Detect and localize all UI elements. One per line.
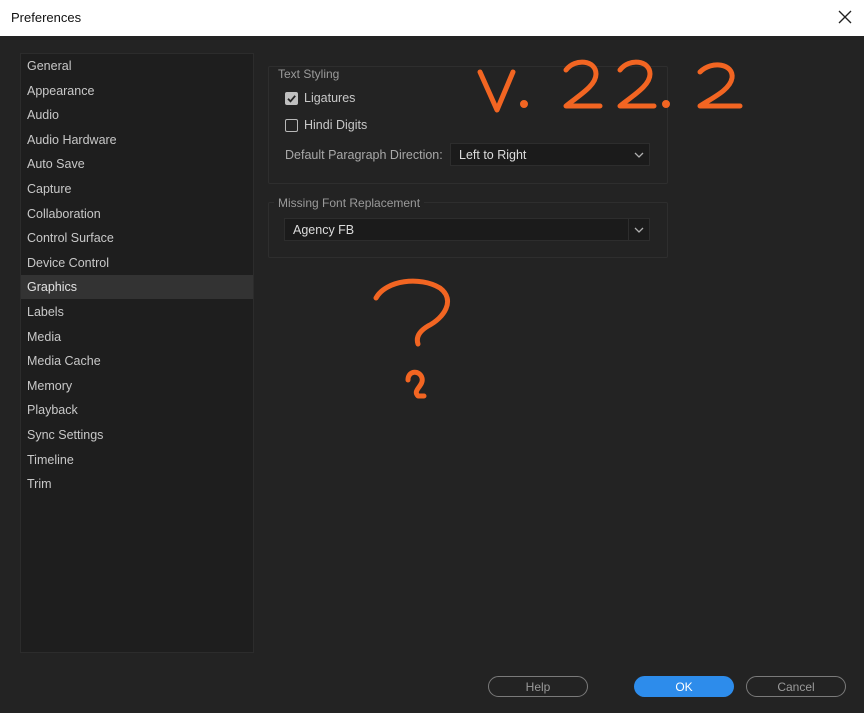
sidebar-item-label: Sync Settings	[27, 428, 104, 442]
sidebar-item-memory[interactable]: Memory	[21, 374, 253, 398]
paragraph-direction-value: Left to Right	[459, 148, 527, 162]
sidebar-item-audio-hardware[interactable]: Audio Hardware	[21, 128, 253, 152]
sidebar-item-label: Playback	[27, 403, 78, 418]
sidebar-item-label: Capture	[27, 182, 72, 196]
preferences-dialog: General Appearance Audio Audio Hardware …	[0, 36, 864, 713]
ligatures-label: Ligatures	[304, 91, 356, 105]
sidebar-item-capture[interactable]: Capture	[21, 177, 253, 201]
sidebar-item-media-cache[interactable]: Media Cache	[21, 349, 253, 373]
sidebar-item-label: Appearance	[27, 83, 95, 98]
chevron-down-icon	[629, 219, 649, 240]
sidebar-item-collaboration[interactable]: Collaboration	[21, 202, 253, 226]
sidebar: General Appearance Audio Audio Hardware …	[20, 53, 254, 653]
sidebar-item-general[interactable]: General	[21, 54, 253, 78]
sidebar-item-label: Trim	[27, 477, 52, 492]
text-styling-label: Text Styling	[274, 67, 344, 81]
ligatures-checkbox-box[interactable]	[285, 91, 298, 105]
sidebar-item-label: Collaboration	[27, 206, 101, 221]
sidebar-item-label: Audio Hardware	[27, 132, 117, 147]
sidebar-item-audio[interactable]: Audio	[21, 103, 253, 127]
window-title: Preferences	[11, 10, 82, 25]
missing-font-value: Agency FB	[293, 223, 355, 237]
sidebar-item-appearance[interactable]: Appearance	[21, 79, 253, 103]
ligatures-checkbox[interactable]: Ligatures	[285, 89, 355, 107]
close-button[interactable]	[834, 6, 856, 28]
hindi-digits-checkbox-box[interactable]	[285, 118, 298, 132]
hindi-digits-label: Hindi Digits	[304, 118, 368, 132]
sidebar-item-label: Timeline	[27, 452, 74, 467]
sidebar-item-graphics[interactable]: Graphics	[21, 275, 253, 300]
cancel-button[interactable]: Cancel	[746, 676, 846, 697]
sidebar-item-labels[interactable]: Labels	[21, 300, 253, 324]
sidebar-item-trim[interactable]: Trim	[21, 472, 253, 496]
hindi-digits-checkbox[interactable]: Hindi Digits	[285, 116, 367, 134]
paragraph-direction-label: Default Paragraph Direction:	[285, 148, 443, 162]
chevron-down-icon	[629, 144, 649, 165]
ok-button[interactable]: OK	[634, 676, 734, 697]
title-bar: Preferences	[0, 0, 864, 36]
sidebar-item-timeline[interactable]: Timeline	[21, 448, 253, 472]
paragraph-direction-select[interactable]: Left to Right	[450, 143, 650, 166]
missing-font-label: Missing Font Replacement	[274, 196, 425, 210]
sidebar-item-label: Memory	[27, 378, 73, 393]
sidebar-item-media[interactable]: Media	[21, 325, 253, 349]
sidebar-item-label: Labels	[27, 305, 64, 319]
missing-font-select[interactable]: Agency FB	[284, 218, 650, 241]
sidebar-item-playback[interactable]: Playback	[21, 398, 253, 422]
sidebar-item-label: Media Cache	[27, 354, 101, 369]
sidebar-item-auto-save[interactable]: Auto Save	[21, 152, 253, 176]
sidebar-item-label: Device Control	[27, 255, 109, 270]
help-button[interactable]: Help	[488, 676, 588, 697]
sidebar-item-device-control[interactable]: Device Control	[21, 251, 253, 275]
sidebar-item-control-surface[interactable]: Control Surface	[21, 226, 253, 250]
sidebar-item-label: Audio	[27, 108, 59, 123]
sidebar-item-label: Control Surface	[27, 231, 114, 246]
close-icon	[838, 10, 852, 24]
sidebar-item-label: Media	[27, 329, 62, 344]
sidebar-item-label: Graphics	[27, 280, 78, 295]
sidebar-item-sync-settings[interactable]: Sync Settings	[21, 423, 253, 447]
sidebar-item-label: General	[27, 59, 72, 73]
sidebar-item-label: Auto Save	[27, 157, 85, 172]
checkmark-icon	[287, 94, 296, 103]
